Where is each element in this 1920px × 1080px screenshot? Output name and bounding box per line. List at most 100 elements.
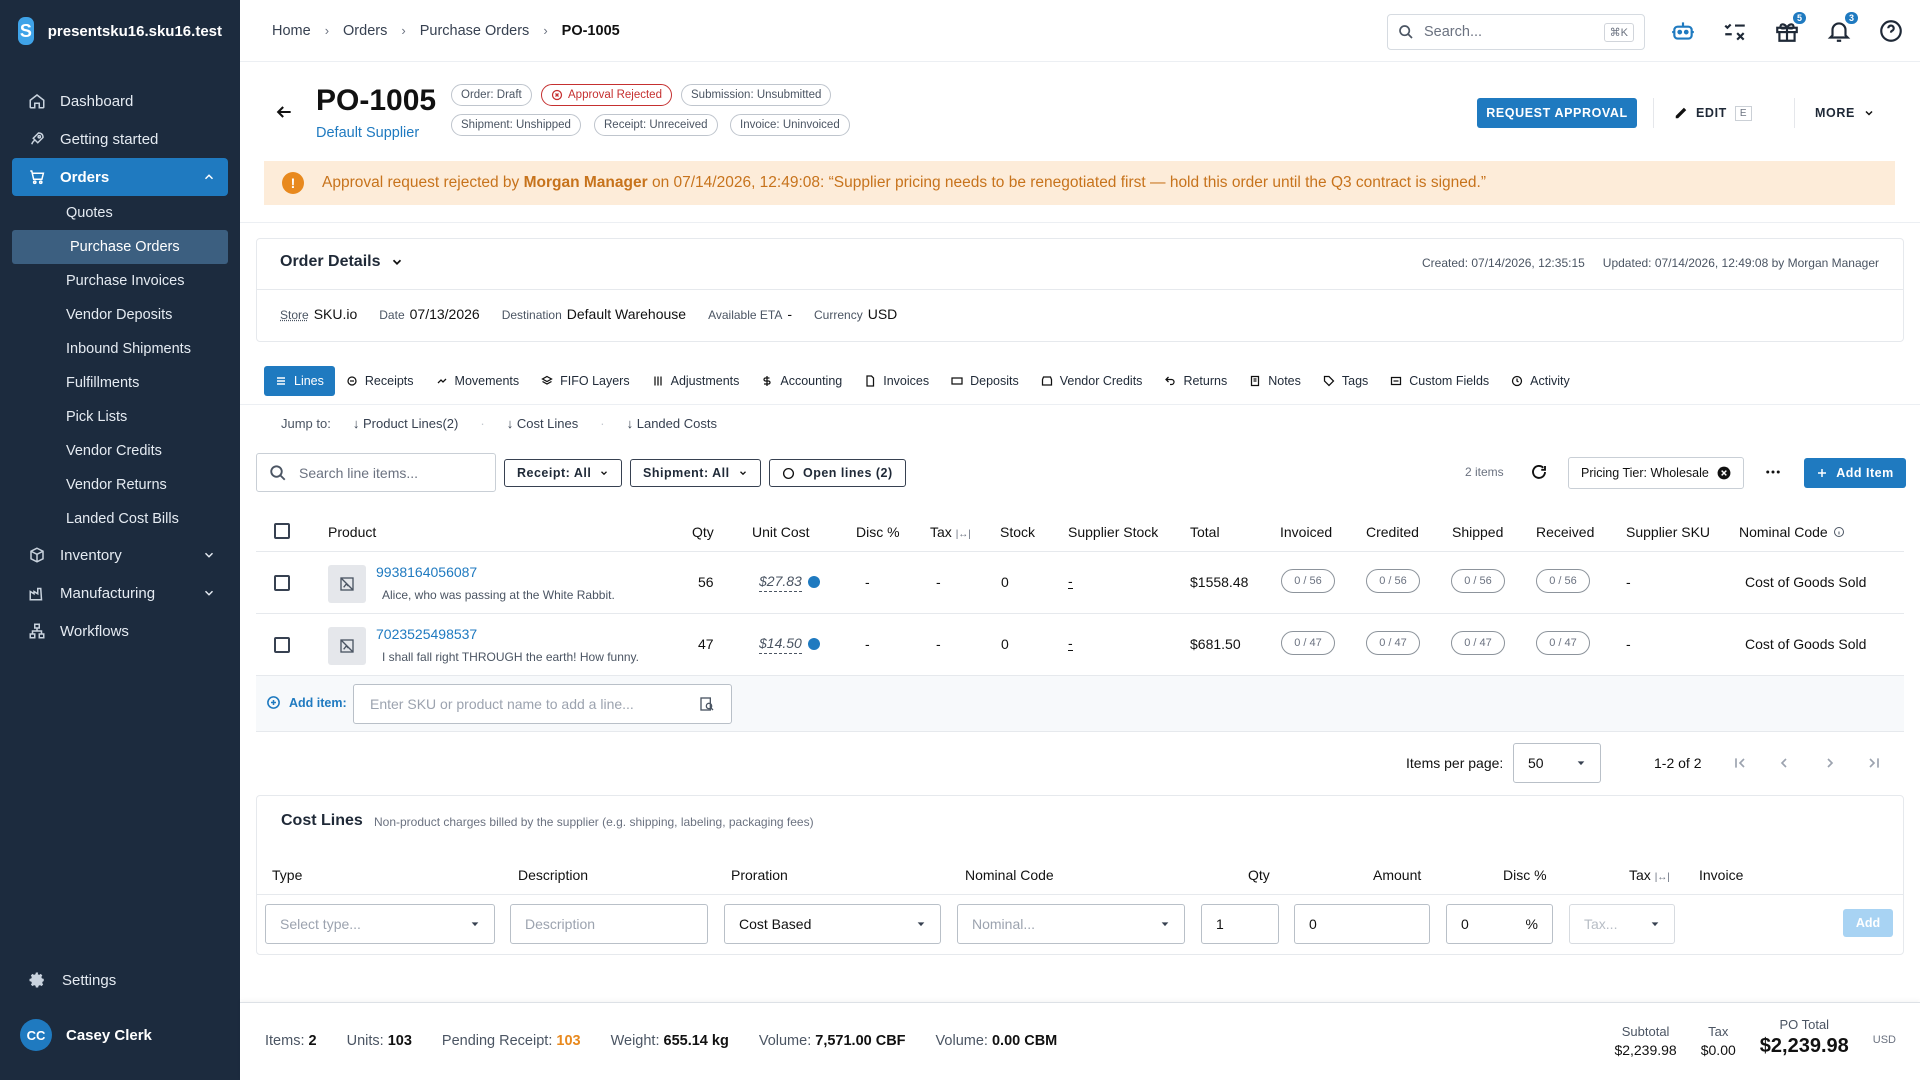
refresh-icon[interactable] <box>1530 463 1548 481</box>
last-page-icon[interactable] <box>1866 755 1882 771</box>
line-nominal-code[interactable]: Cost of Goods Sold <box>1745 574 1866 590</box>
receipt-filter[interactable]: Receipt: All <box>504 459 623 487</box>
line-qty[interactable]: 47 <box>698 636 714 652</box>
chevron-down-icon[interactable] <box>202 548 216 562</box>
cost-amount-input[interactable]: 0 <box>1294 904 1430 944</box>
proration-select[interactable]: Cost Based <box>724 904 941 944</box>
invoiced-badge[interactable]: 0 / 47 <box>1281 631 1335 655</box>
bell-icon[interactable]: 3 <box>1826 12 1858 44</box>
chevron-up-icon[interactable] <box>202 170 216 184</box>
tab-fifo-layers[interactable]: FIFO Layers <box>530 366 640 396</box>
order-details-toggle[interactable]: Order Details <box>280 253 404 271</box>
tab-receipts[interactable]: Receipts <box>335 366 425 396</box>
sidebar-item-dashboard[interactable]: Dashboard <box>12 82 228 120</box>
line-unit-cost[interactable]: $14.50 <box>759 635 802 654</box>
edit-button[interactable]: EDIT E <box>1653 98 1753 128</box>
sidebar-item-manufacturing[interactable]: Manufacturing <box>12 574 228 612</box>
tab-tags[interactable]: Tags <box>1312 366 1379 396</box>
global-search-input[interactable]: Search... ⌘K <box>1387 14 1645 50</box>
sidebar-sub-inbound-shipments[interactable]: Inbound Shipments <box>12 332 228 366</box>
col-supplier-sku[interactable]: Supplier SKU <box>1626 524 1710 540</box>
line-qty[interactable]: 56 <box>698 574 714 590</box>
row-checkbox[interactable] <box>274 575 290 591</box>
tab-lines[interactable]: Lines <box>264 366 335 396</box>
breadcrumb-purchase-orders[interactable]: Purchase Orders <box>420 23 530 39</box>
sidebar-sub-quotes[interactable]: Quotes <box>12 196 228 230</box>
col-received[interactable]: Received <box>1536 524 1594 540</box>
received-badge[interactable]: 0 / 56 <box>1536 569 1590 593</box>
info-icon[interactable] <box>1833 526 1845 538</box>
col-invoiced[interactable]: Invoiced <box>1280 524 1332 540</box>
sidebar-sub-fulfillments[interactable]: Fulfillments <box>12 366 228 400</box>
tab-vendor-credits[interactable]: Vendor Credits <box>1030 366 1154 396</box>
row-checkbox[interactable] <box>274 637 290 653</box>
cost-tax-select[interactable]: Tax... <box>1569 904 1675 944</box>
tab-accounting[interactable]: Accounting <box>750 366 853 396</box>
tab-movements[interactable]: Movements <box>425 366 531 396</box>
product-sku-link[interactable]: 7023525498537 <box>376 626 477 642</box>
select-all-checkbox[interactable] <box>274 523 290 539</box>
add-item-button[interactable]: Add Item <box>1804 458 1906 488</box>
sidebar-sub-vendor-returns[interactable]: Vendor Returns <box>12 468 228 502</box>
more-button[interactable]: MORE <box>1794 98 1875 128</box>
cost-disc-input[interactable]: 0% <box>1446 904 1553 944</box>
invoiced-badge[interactable]: 0 / 56 <box>1281 569 1335 593</box>
app-name[interactable]: presentsku16.sku16.test <box>48 23 222 40</box>
col-disc[interactable]: Disc % <box>856 524 900 540</box>
col-unit-cost[interactable]: Unit Cost <box>752 524 810 540</box>
nominal-code-select[interactable]: Nominal... <box>957 904 1185 944</box>
cost-type-select[interactable]: Select type... <box>265 904 495 944</box>
sidebar-item-getting-started[interactable]: Getting started <box>12 120 228 158</box>
assistant-bot-icon[interactable] <box>1670 18 1696 44</box>
app-logo[interactable]: S <box>18 17 34 45</box>
cost-description-input[interactable]: Description <box>510 904 708 944</box>
shipment-filter[interactable]: Shipment: All <box>630 459 761 487</box>
line-nominal-code[interactable]: Cost of Goods Sold <box>1745 636 1866 652</box>
line-supplier-stock[interactable]: - <box>1068 636 1073 651</box>
breadcrumb-home[interactable]: Home <box>272 23 311 39</box>
product-search-icon[interactable] <box>699 696 715 712</box>
col-product[interactable]: Product <box>328 524 376 540</box>
jump-link-cost-lines[interactable]: ↓ Cost Lines <box>507 416 579 431</box>
close-circle-icon[interactable] <box>1717 466 1731 480</box>
product-sku-link[interactable]: 9938164056087 <box>376 564 477 580</box>
breadcrumb-orders[interactable]: Orders <box>343 23 387 39</box>
back-arrow-icon[interactable] <box>274 102 294 122</box>
request-approval-button[interactable]: REQUEST APPROVAL <box>1477 98 1637 128</box>
col-qty[interactable]: Qty <box>692 524 714 540</box>
gift-icon[interactable]: 5 <box>1774 12 1806 44</box>
cost-qty-input[interactable]: 1 <box>1201 904 1279 944</box>
sidebar-item-settings[interactable]: Settings <box>0 960 240 1000</box>
tab-activity[interactable]: Activity <box>1500 366 1581 396</box>
prev-page-icon[interactable] <box>1776 755 1792 771</box>
sidebar-sub-vendor-deposits[interactable]: Vendor Deposits <box>12 298 228 332</box>
sidebar-sub-pick-lists[interactable]: Pick Lists <box>12 400 228 434</box>
credited-badge[interactable]: 0 / 47 <box>1366 631 1420 655</box>
tab-returns[interactable]: Returns <box>1153 366 1238 396</box>
price-indicator-icon[interactable] <box>808 576 820 588</box>
shipped-badge[interactable]: 0 / 56 <box>1451 569 1505 593</box>
sidebar-sub-purchase-invoices[interactable]: Purchase Invoices <box>12 264 228 298</box>
sidebar-item-inventory[interactable]: Inventory <box>12 536 228 574</box>
col-tax[interactable]: Tax |↔| <box>930 524 971 540</box>
sidebar-item-workflows[interactable]: Workflows <box>12 612 228 650</box>
shipped-badge[interactable]: 0 / 47 <box>1451 631 1505 655</box>
first-page-icon[interactable] <box>1732 755 1748 771</box>
chevron-down-icon[interactable] <box>202 586 216 600</box>
supplier-link[interactable]: Default Supplier <box>316 125 419 141</box>
col-nominal-code[interactable]: Nominal Code <box>1739 524 1845 540</box>
sidebar-item-orders[interactable]: Orders <box>12 158 228 196</box>
col-supplier-stock[interactable]: Supplier Stock <box>1068 524 1158 540</box>
col-credited[interactable]: Credited <box>1366 524 1419 540</box>
line-supplier-stock[interactable]: - <box>1068 574 1073 589</box>
cost-line-add-button[interactable]: Add <box>1843 909 1893 937</box>
sidebar-sub-purchase-orders[interactable]: Purchase Orders <box>12 230 228 264</box>
col-total[interactable]: Total <box>1190 524 1220 540</box>
tab-invoices[interactable]: Invoices <box>853 366 940 396</box>
per-page-select[interactable]: 50 <box>1513 743 1601 783</box>
jump-link-landed-costs[interactable]: ↓ Landed Costs <box>627 416 717 431</box>
col-shipped[interactable]: Shipped <box>1452 524 1503 540</box>
price-indicator-icon[interactable] <box>808 638 820 650</box>
tab-notes[interactable]: Notes <box>1238 366 1312 396</box>
tab-deposits[interactable]: Deposits <box>940 366 1030 396</box>
